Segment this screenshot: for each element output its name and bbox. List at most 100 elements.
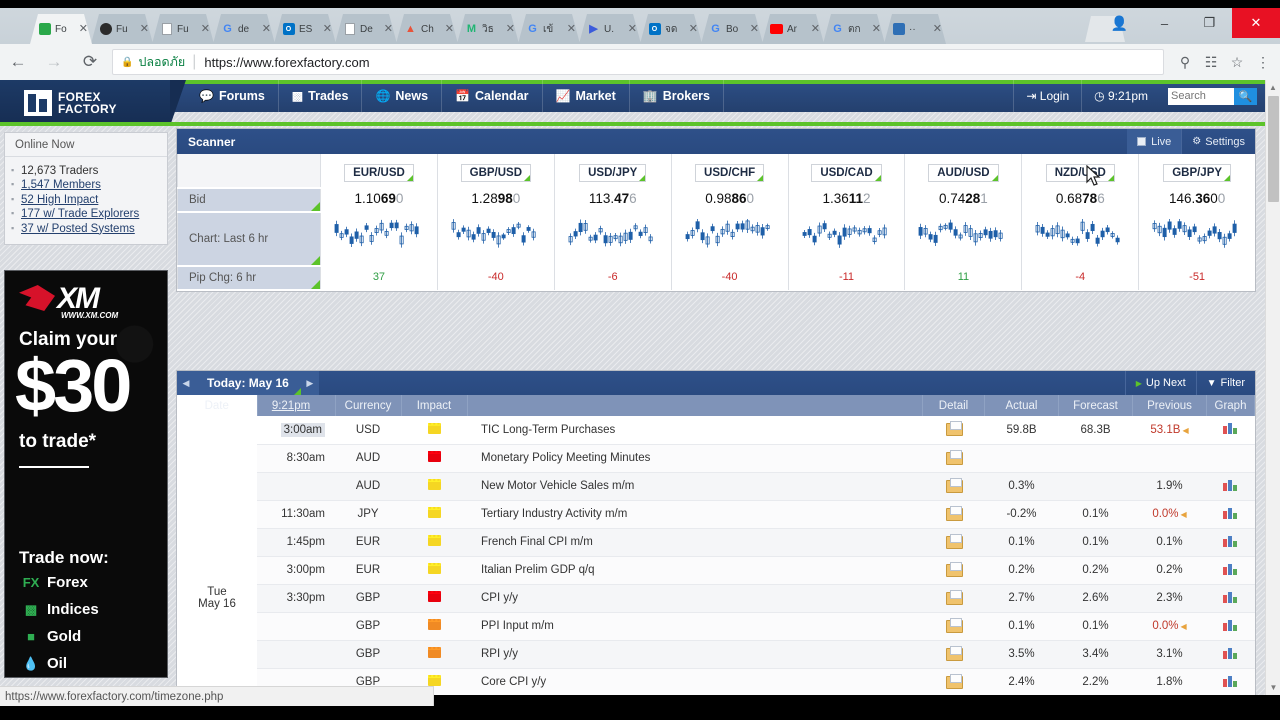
close-tab-icon[interactable]: ✕ [323, 23, 332, 35]
nav-item-calendar[interactable]: 📅 Calendar [442, 80, 543, 112]
browser-tab[interactable]: De ✕ [335, 14, 397, 44]
graph-icon[interactable] [1223, 591, 1238, 603]
pair-badge[interactable]: EUR/USD [344, 163, 414, 182]
pair-badge[interactable]: USD/JPY [579, 163, 647, 182]
calendar-row[interactable]: 8:30am AUD Monetary Policy Meeting Minutes [177, 444, 1255, 473]
calendar-graph-cell[interactable] [1206, 528, 1255, 557]
up-next-button[interactable]: ▶ Up Next [1124, 371, 1196, 395]
maximize-button[interactable]: ❐ [1187, 8, 1232, 38]
chevron-left-icon[interactable]: ◀ [177, 371, 195, 395]
calendar-graph-cell[interactable] [1206, 640, 1255, 669]
graph-icon[interactable] [1223, 507, 1238, 519]
calendar-row[interactable]: 3:00pm EUR Italian Prelim GDP q/q 0.2% 0.2% 0… [177, 556, 1255, 585]
translate-icon[interactable]: ☷ [1198, 44, 1224, 80]
calendar-column-header[interactable]: 9:21pm [257, 395, 336, 416]
calendar-row[interactable]: 1:45pm EUR French Final CPI m/m 0.1% 0.1% 0.1… [177, 528, 1255, 557]
calendar-row[interactable]: GBP RPI y/y 3.5% 3.4% 3.1% [177, 640, 1255, 669]
pair-badge[interactable]: GBP/USD [460, 163, 532, 182]
calendar-graph-cell[interactable] [1206, 416, 1255, 445]
calendar-detail-cell[interactable] [922, 640, 985, 669]
close-tab-icon[interactable]: ✕ [384, 23, 393, 35]
calendar-graph-cell[interactable] [1206, 584, 1255, 613]
detail-folder-icon[interactable] [946, 589, 963, 605]
calendar-detail-cell[interactable] [922, 584, 985, 613]
graph-icon[interactable] [1223, 619, 1238, 631]
pair-badge[interactable]: GBP/JPY [1163, 163, 1232, 182]
scanner-pair-cell[interactable]: EUR/USD [320, 154, 438, 188]
online-now-item[interactable]: 52 High Impact [11, 194, 157, 206]
timezone-clock-link[interactable]: ◷ 9:21pm [1081, 80, 1160, 112]
nav-item-trades[interactable]: ▩ Trades [279, 80, 363, 112]
graph-icon[interactable] [1223, 422, 1238, 435]
calendar-detail-cell[interactable] [922, 444, 985, 473]
calendar-row[interactable]: Tue May 16 3:00am USD TIC Long-Term Purchase… [177, 416, 1255, 695]
detail-folder-icon[interactable] [946, 617, 963, 633]
calendar-detail-cell[interactable] [922, 668, 985, 695]
forward-icon[interactable]: → [36, 44, 72, 80]
back-icon[interactable]: ← [0, 44, 36, 80]
pair-badge[interactable]: AUD/USD [928, 163, 999, 182]
nav-item-forums[interactable]: 💬 Forums [186, 80, 279, 112]
close-tab-icon[interactable]: ✕ [140, 23, 149, 35]
detail-folder-icon[interactable] [946, 505, 963, 521]
scanner-pair-cell[interactable]: GBP/JPY [1138, 154, 1255, 188]
calendar-detail-cell[interactable] [922, 416, 985, 445]
scanner-settings-button[interactable]: ⚙ Settings [1181, 129, 1255, 154]
close-tab-icon[interactable]: ✕ [750, 23, 759, 35]
pair-badge[interactable]: USD/CAD [811, 163, 882, 182]
close-tab-icon[interactable]: ✕ [872, 23, 881, 35]
close-tab-icon[interactable]: ✕ [506, 23, 515, 35]
login-button[interactable]: ⇥ Login [1013, 80, 1081, 112]
close-window-button[interactable]: ✕ [1232, 8, 1280, 38]
calendar-today-label[interactable]: Today: May 16 [195, 371, 301, 395]
scanner-pair-cell[interactable]: USD/CAD [787, 154, 905, 188]
close-tab-icon[interactable]: ✕ [79, 23, 88, 35]
reload-icon[interactable]: ⟳ [72, 44, 108, 80]
scroll-up-icon[interactable]: ▲ [1266, 80, 1280, 95]
nav-item-brokers[interactable]: 🏢 Brokers [630, 80, 724, 112]
site-logo[interactable]: FOREX FACTORY [0, 80, 186, 126]
nav-item-market[interactable]: 📈 Market [543, 80, 630, 112]
calendar-detail-cell[interactable] [922, 556, 985, 585]
online-now-link[interactable]: 52 High Impact [21, 194, 98, 206]
detail-folder-icon[interactable] [946, 561, 963, 577]
graph-icon[interactable] [1223, 675, 1238, 687]
profile-icon[interactable]: 👤 [1097, 8, 1142, 38]
calendar-row[interactable]: 11:30am JPY Tertiary Industry Activity m/m… [177, 500, 1255, 529]
search-input[interactable] [1168, 87, 1234, 105]
close-tab-icon[interactable]: ✕ [567, 23, 576, 35]
live-checkbox[interactable] [1137, 137, 1147, 146]
detail-folder-icon[interactable] [946, 673, 963, 689]
calendar-graph-cell[interactable] [1206, 612, 1255, 641]
detail-folder-icon[interactable] [946, 449, 963, 465]
filter-button[interactable]: ▼ Filter [1195, 371, 1255, 395]
detail-folder-icon[interactable] [946, 533, 963, 549]
address-bar[interactable]: 🔒 ปลอดภัย | https://www.forexfactory.com [112, 49, 1164, 75]
menu-icon[interactable]: ⋮ [1250, 44, 1276, 80]
scrollbar-thumb[interactable] [1268, 96, 1279, 202]
browser-tab[interactable]: Fo ✕ [30, 14, 92, 44]
pair-badge[interactable]: USD/CHF [695, 163, 765, 182]
browser-tab[interactable]: O ES ✕ [274, 14, 336, 44]
detail-folder-icon[interactable] [946, 477, 963, 493]
calendar-row[interactable]: 3:30pm GBP CPI y/y 2.7% 2.6% 2.3% [177, 584, 1255, 613]
online-now-link[interactable]: 37 w/ Posted Systems [21, 223, 135, 235]
calendar-detail-cell[interactable] [922, 472, 985, 501]
search-icon[interactable]: 🔍 [1234, 87, 1257, 105]
calendar-graph-cell[interactable] [1206, 500, 1255, 529]
scroll-down-icon[interactable]: ▼ [1266, 680, 1280, 695]
calendar-graph-cell[interactable] [1206, 668, 1255, 695]
close-tab-icon[interactable]: ✕ [933, 23, 942, 35]
browser-tab[interactable]: ▲ Ch ✕ [396, 14, 458, 44]
calendar-detail-cell[interactable] [922, 612, 985, 641]
graph-icon[interactable] [1223, 479, 1238, 491]
graph-icon[interactable] [1223, 535, 1238, 547]
page-scrollbar[interactable]: ▲ ▼ [1265, 80, 1280, 695]
calendar-row[interactable]: AUD New Motor Vehicle Sales m/m 0.3% 1.9% [177, 472, 1255, 501]
scanner-pair-cell[interactable]: NZD/USD [1021, 154, 1139, 188]
browser-tab[interactable]: G เข้ ✕ [518, 14, 580, 44]
calendar-detail-cell[interactable] [922, 500, 985, 529]
browser-tab[interactable]: M วิธ ✕ [457, 14, 519, 44]
live-toggle[interactable]: Live [1127, 129, 1182, 154]
browser-tab[interactable]: Fu ✕ [152, 14, 214, 44]
